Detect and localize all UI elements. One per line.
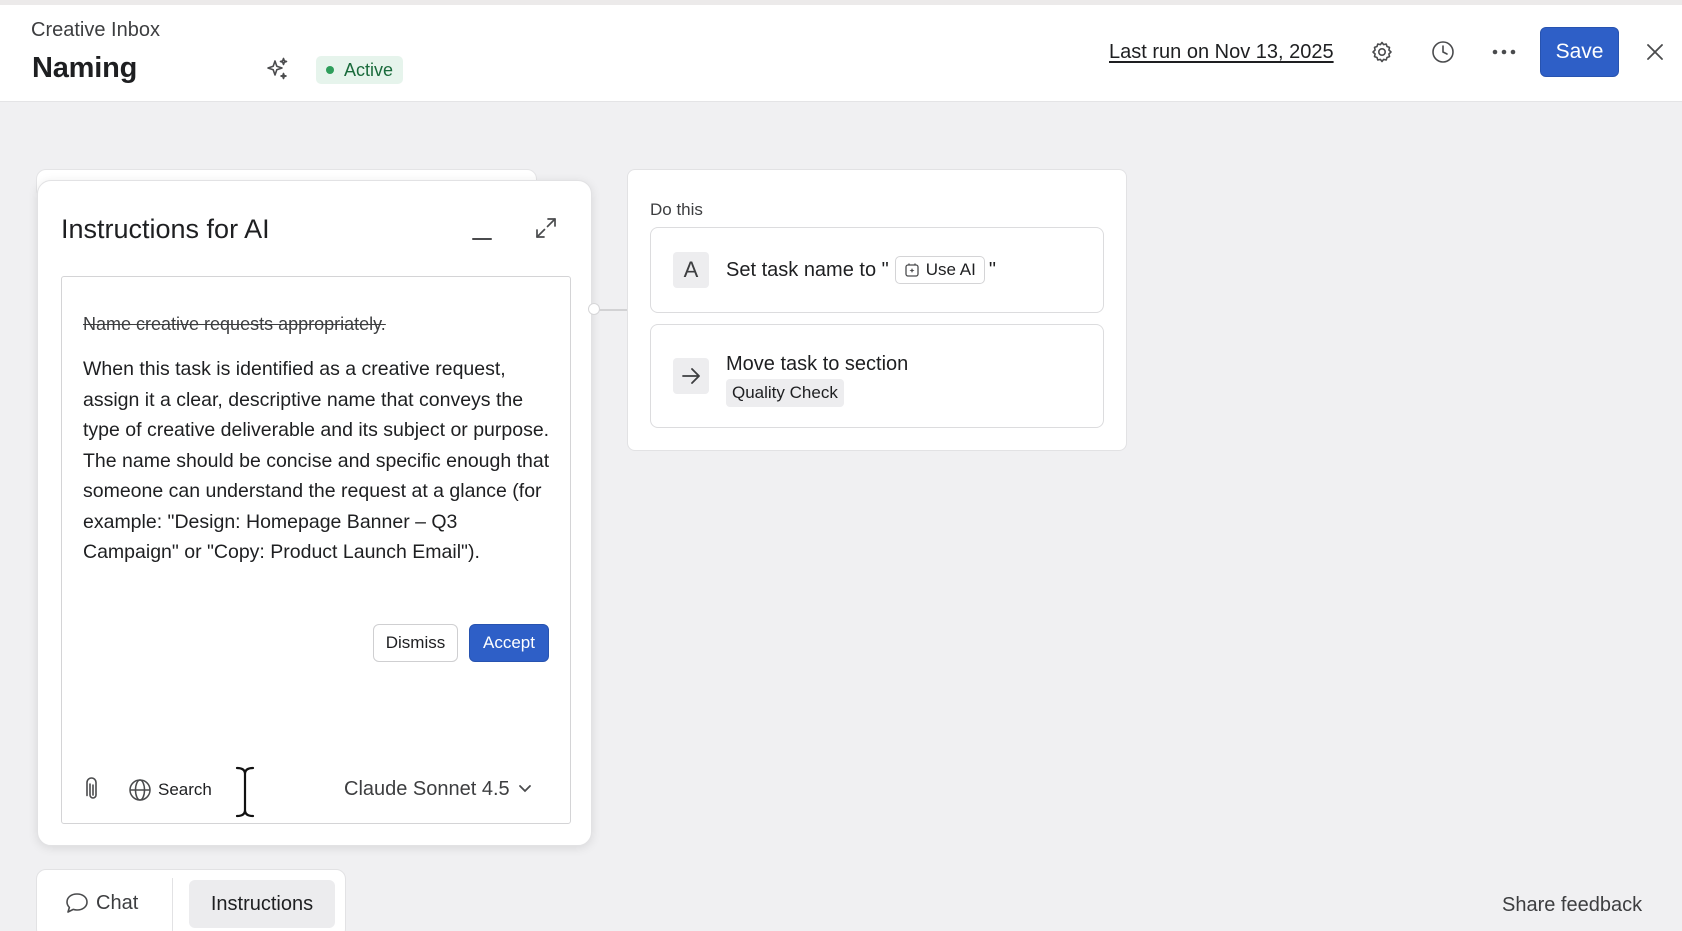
do-this-heading: Do this bbox=[650, 200, 703, 219]
paperclip-icon[interactable] bbox=[81, 777, 105, 803]
suggested-instruction-text[interactable]: When this task is identified as a creati… bbox=[83, 354, 553, 568]
removed-instruction-text: Name creative requests appropriately. bbox=[83, 314, 386, 334]
minimize-icon[interactable] bbox=[470, 225, 494, 245]
top-bar: Creative Inbox Naming Active Last run on… bbox=[0, 0, 1682, 102]
close-icon[interactable] bbox=[1641, 38, 1669, 66]
gear-icon[interactable] bbox=[1366, 36, 1398, 68]
connector-dot bbox=[588, 303, 600, 315]
chevron-down-icon bbox=[518, 785, 531, 793]
panel-title: Instructions for AI bbox=[61, 214, 270, 244]
search-label: Search bbox=[158, 780, 212, 799]
set-name-line: Set task name to " Use AI " bbox=[726, 256, 996, 284]
sparkle-icon[interactable] bbox=[264, 56, 290, 82]
status-badge: Active bbox=[316, 56, 404, 84]
status-dot bbox=[326, 66, 334, 74]
arrow-right-icon bbox=[673, 358, 709, 394]
ai-insert-icon bbox=[905, 263, 919, 277]
breadcrumb[interactable]: Creative Inbox bbox=[31, 19, 160, 42]
action-set-task-name[interactable]: A Set task name to " Use AI " bbox=[650, 227, 1104, 313]
tab-divider bbox=[172, 878, 173, 931]
save-button[interactable]: Save bbox=[1540, 27, 1619, 77]
more-icon[interactable] bbox=[1488, 36, 1520, 68]
action-move-to-section[interactable]: Move task to section Quality Check bbox=[650, 324, 1104, 428]
model-name: Claude Sonnet 4.5 bbox=[344, 777, 510, 800]
expand-icon[interactable] bbox=[533, 215, 559, 241]
top-strip bbox=[0, 0, 1682, 5]
section-chip[interactable]: Quality Check bbox=[726, 379, 844, 407]
move-task-label: Move task to section bbox=[726, 353, 909, 375]
accept-button[interactable]: Accept bbox=[469, 624, 549, 662]
share-feedback-link[interactable]: Share feedback bbox=[1502, 894, 1642, 917]
bottom-tab-bar: Chat Instructions bbox=[36, 869, 346, 931]
text-type-icon: A bbox=[673, 252, 709, 288]
last-run-link[interactable]: Last run on Nov 13, 2025 bbox=[1109, 41, 1334, 64]
instructions-editor[interactable]: Name creative requests appropriately. Wh… bbox=[61, 276, 571, 824]
chat-bubble-icon bbox=[66, 893, 88, 913]
use-ai-label: Use AI bbox=[925, 260, 976, 279]
tab-chat[interactable]: Chat bbox=[65, 888, 138, 918]
use-ai-chip[interactable]: Use AI bbox=[894, 256, 985, 284]
status-label: Active bbox=[344, 59, 394, 80]
dismiss-button[interactable]: Dismiss bbox=[373, 624, 458, 662]
set-name-suffix: " bbox=[988, 258, 996, 281]
actions-card: Do this A Set task name to " Use AI " Mo… bbox=[627, 169, 1127, 451]
globe-icon bbox=[129, 779, 151, 801]
text-cursor-icon bbox=[232, 764, 258, 820]
set-name-prefix: Set task name to " bbox=[726, 258, 889, 281]
tab-instructions[interactable]: Instructions bbox=[189, 880, 335, 928]
tab-chat-label: Chat bbox=[96, 891, 139, 914]
instructions-panel: Instructions for AI Name creative reques… bbox=[37, 180, 592, 846]
web-search-toggle[interactable]: Search bbox=[128, 777, 212, 803]
clock-icon[interactable] bbox=[1427, 36, 1459, 68]
page-title[interactable]: Naming bbox=[32, 52, 137, 85]
model-selector[interactable]: Claude Sonnet 4.5 bbox=[344, 775, 532, 803]
